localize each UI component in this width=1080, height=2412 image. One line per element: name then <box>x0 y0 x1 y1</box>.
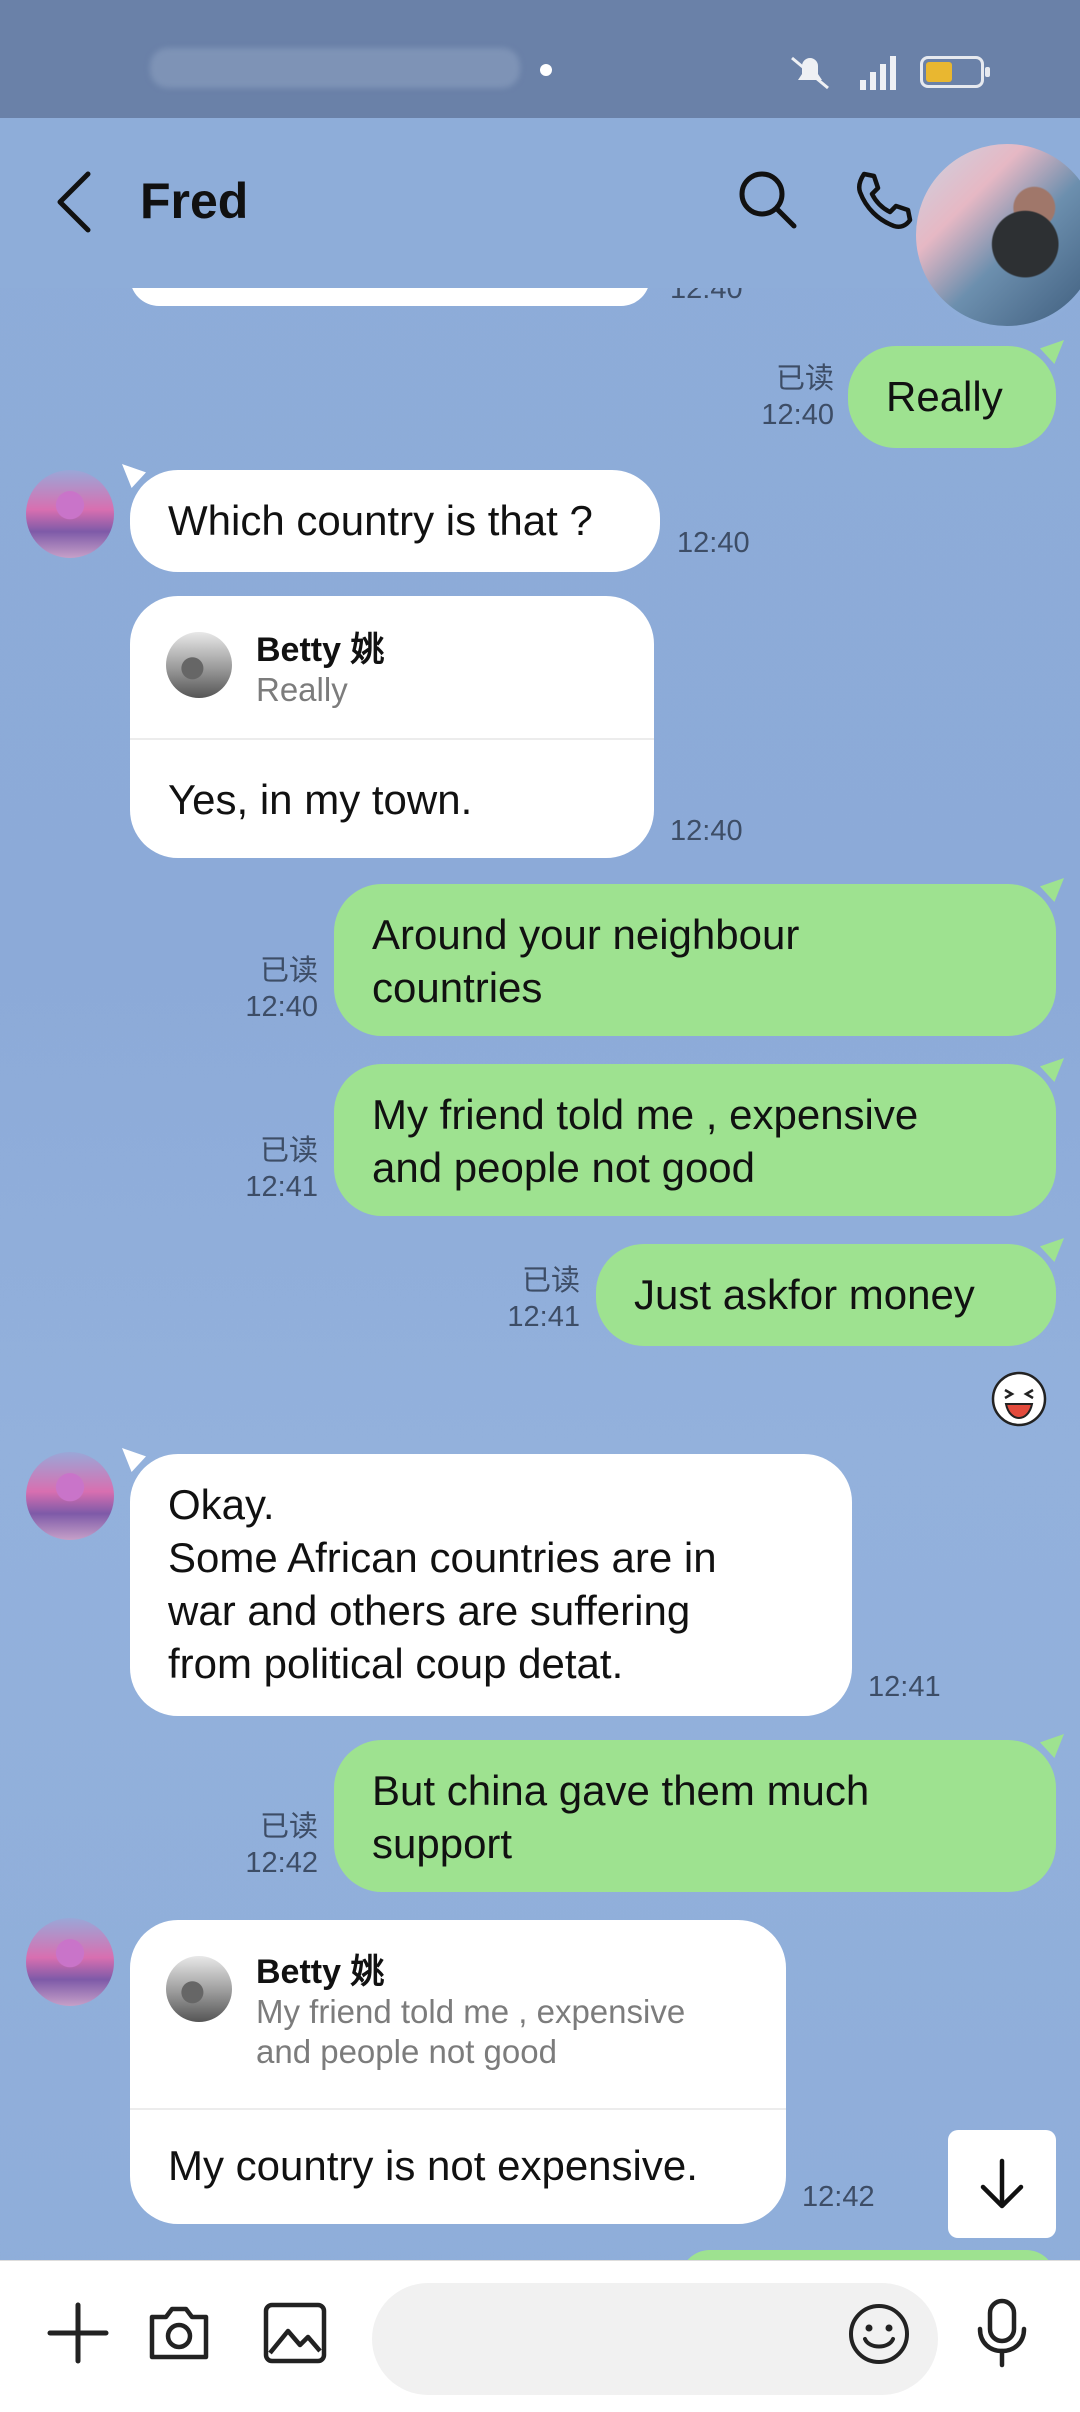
message-line: Some African countries are in <box>168 1534 717 1581</box>
reply-quote-text: My friend told me , expensive <box>256 1993 686 2030</box>
message-time: 12:40 <box>670 288 743 305</box>
message-time: 12:42 <box>245 1847 318 1879</box>
message-line: But china gave them much <box>372 1767 870 1814</box>
message-bubble-outgoing[interactable]: Around your neighbour countries <box>334 884 1056 1036</box>
message-line: Okay. <box>168 1481 275 1528</box>
message-time: 12:40 <box>761 399 834 431</box>
battery-icon <box>920 56 990 88</box>
reply-quote-text: Really <box>256 671 348 708</box>
message-line: from political coup detat. <box>168 1640 624 1687</box>
read-receipt: 已读 <box>259 1135 318 1167</box>
signal-icon <box>860 56 896 90</box>
message-line: Around your neighbour <box>372 911 800 958</box>
message-bubble-outgoing[interactable]: Just askfor money <box>596 1244 1056 1346</box>
message-bubble-outgoing[interactable]: My friend told me , expensive and people… <box>334 1064 1056 1216</box>
reply-sender-name: Betty 姚 <box>256 631 385 669</box>
reply-quote-block[interactable]: Betty 姚 Really <box>130 596 654 740</box>
contact-avatar[interactable] <box>26 1918 114 2006</box>
reply-message-bubble[interactable]: Betty 姚 Really Yes, in my town. <box>130 596 654 858</box>
message-bubble-incoming[interactable] <box>130 288 650 306</box>
chat-area[interactable]: 12:40 已读 12:40 Really Which country is t… <box>0 288 1080 2260</box>
reply-avatar <box>166 632 232 698</box>
reply-sender-name: Betty 姚 <box>256 1953 385 1991</box>
message-bubble-outgoing[interactable] <box>680 2250 1056 2260</box>
message-text: Yes, in my town. <box>168 776 473 823</box>
microphone-icon[interactable] <box>974 2297 1030 2369</box>
message-line: war and others are suffering <box>168 1587 691 1634</box>
read-receipt: 已读 <box>259 955 318 987</box>
message-time: 12:41 <box>507 1301 580 1333</box>
message-line: support <box>372 1820 513 1867</box>
message-line: and people not good <box>372 1144 756 1191</box>
camera-icon[interactable] <box>146 2301 212 2365</box>
mute-bell-icon <box>791 56 829 90</box>
arrow-down-icon <box>980 2158 1024 2209</box>
search-icon[interactable] <box>736 168 800 232</box>
message-line: My friend told me , expensive <box>372 1091 919 1138</box>
contact-avatar[interactable] <box>26 470 114 558</box>
message-time: 12:40 <box>670 815 743 847</box>
reply-quote-block[interactable]: Betty 姚 My friend told me , expensive an… <box>130 1920 786 2110</box>
message-time: 12:40 <box>245 991 318 1023</box>
contact-name: Fred <box>140 173 249 229</box>
reply-avatar <box>166 1956 232 2022</box>
message-bubble-outgoing[interactable]: But china gave them much support <box>334 1740 1056 1892</box>
plus-icon[interactable] <box>46 2301 110 2365</box>
read-receipt: 已读 <box>775 363 834 395</box>
emoji-icon[interactable] <box>846 2301 912 2367</box>
reply-message-bubble[interactable]: Betty 姚 My friend told me , expensive an… <box>130 1920 786 2224</box>
status-dot <box>540 64 552 76</box>
reply-quote-text: and people not good <box>256 2033 557 2070</box>
read-receipt: 已读 <box>521 1265 580 1297</box>
message-input-bar <box>0 2260 1080 2412</box>
message-bubble-outgoing[interactable]: Really <box>848 346 1056 448</box>
message-time: 12:40 <box>677 527 750 559</box>
phone-icon[interactable] <box>850 168 914 232</box>
message-bubble-incoming[interactable]: Which country is that ? <box>130 470 660 572</box>
message-time: 12:41 <box>868 1671 941 1703</box>
message-time: 12:42 <box>802 2181 875 2213</box>
laughing-sticker-icon[interactable] <box>990 1370 1048 1428</box>
read-receipt: 已读 <box>259 1811 318 1843</box>
image-icon[interactable] <box>262 2301 328 2365</box>
message-time: 12:41 <box>245 1171 318 1203</box>
status-notification-icons <box>150 48 520 88</box>
contact-avatar[interactable] <box>26 1452 114 1540</box>
back-icon[interactable] <box>54 170 94 234</box>
status-bar <box>0 0 1080 118</box>
scroll-to-bottom-button[interactable] <box>948 2130 1056 2238</box>
message-text: My country is not expensive. <box>168 2142 698 2189</box>
message-bubble-incoming[interactable]: Okay. Some African countries are in war … <box>130 1454 852 1716</box>
message-line: countries <box>372 964 543 1011</box>
